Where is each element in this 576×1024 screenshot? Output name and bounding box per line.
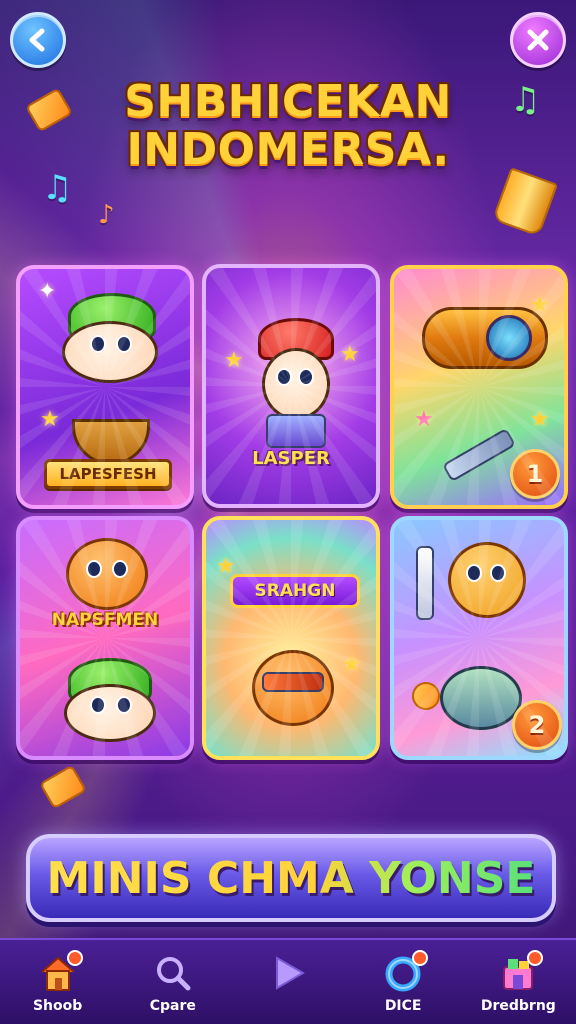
chevron-left-icon <box>29 28 45 52</box>
bottom-nav: Shoob Cpare DICE Dredbrng <box>0 938 576 1024</box>
cup-decoration <box>491 167 559 237</box>
close-icon <box>527 29 549 51</box>
search-icon <box>152 952 194 994</box>
sparkle-icon: ✦ <box>38 279 57 304</box>
nav-item-play[interactable] <box>238 940 338 1024</box>
item-card-4[interactable]: NAPSFMEN <box>16 516 194 760</box>
star-icon: ★ <box>224 348 244 373</box>
star-icon: ★ <box>530 407 550 432</box>
item-card-3[interactable]: ★ ★ ★ 1 <box>390 265 568 509</box>
banner-text: MINIS CHMA YONSE <box>46 852 536 904</box>
play-icon <box>267 952 309 994</box>
candy-decoration <box>39 764 87 810</box>
title-line-2: INDOMERSA. <box>126 124 450 175</box>
star-icon: ★ <box>530 293 550 318</box>
home-icon <box>37 950 83 994</box>
nav-item-home[interactable]: Shoob <box>8 940 108 1024</box>
star-icon: ★ <box>340 342 360 367</box>
count-badge: 1 <box>510 449 560 499</box>
nav-item-search[interactable]: Cpare <box>123 940 223 1024</box>
eye <box>90 696 106 714</box>
nav-label: Dredbrng <box>480 998 556 1014</box>
close-button[interactable] <box>510 12 566 68</box>
character-face <box>64 684 156 742</box>
notification-dot <box>527 950 544 966</box>
back-button[interactable] <box>10 12 66 68</box>
eye <box>116 696 132 714</box>
page-title: SHBHICEKAN INDOMERSA. <box>60 78 516 174</box>
nav-item-dice[interactable]: DICE <box>353 940 453 1024</box>
robot-pod <box>440 666 522 730</box>
eye <box>112 560 128 578</box>
badge-count: 2 <box>528 711 546 739</box>
orange-robot <box>448 542 526 618</box>
cannon-lens <box>486 315 532 361</box>
card-label: LAPESFESH <box>44 459 172 489</box>
item-card-1[interactable]: ✦ ★ LAPESFESH <box>16 265 194 509</box>
title-line-1: SHBHICEKAN <box>124 76 452 127</box>
eye <box>90 335 106 353</box>
eye <box>116 335 132 353</box>
notification-dot <box>412 950 429 966</box>
star-icon: ★ <box>40 407 60 432</box>
notification-dot <box>66 950 83 966</box>
card-label: LASPER <box>252 448 330 469</box>
music-note-icon: ♫ <box>42 168 73 208</box>
item-card-5[interactable]: SRAHGN ★ ★ <box>202 516 380 760</box>
card-label: SRAHGN <box>230 574 360 608</box>
music-note-icon: ♪ <box>98 200 115 230</box>
eye <box>86 560 102 578</box>
eye <box>276 368 292 386</box>
eye <box>490 564 506 582</box>
count-badge: 2 <box>512 700 562 750</box>
eye <box>298 368 314 386</box>
nav-label: Shoob <box>32 998 83 1014</box>
star-icon: ★ <box>414 407 434 432</box>
orange-robot <box>66 538 148 610</box>
nav-label: Cpare <box>149 998 196 1014</box>
ring-icon <box>382 950 429 994</box>
character-face <box>262 348 330 420</box>
goggles <box>262 672 324 692</box>
nav-item-shop[interactable]: Dredbrng <box>468 940 568 1024</box>
item-card-6[interactable]: 2 <box>390 516 568 760</box>
wrench-tool <box>441 427 517 483</box>
star-icon: ★ <box>216 554 236 579</box>
shop-icon <box>497 950 544 994</box>
sword-tool <box>416 546 434 620</box>
character-face <box>62 321 158 383</box>
card-label: NAPSFMEN <box>51 610 159 630</box>
character-body <box>266 414 326 448</box>
item-card-2[interactable]: ★ ★ LASPER <box>202 264 380 508</box>
star-icon: ★ <box>342 652 362 677</box>
badge-count: 1 <box>526 460 544 488</box>
eye <box>466 564 482 582</box>
music-note-icon: ♫ <box>510 80 541 120</box>
play-banner-button[interactable]: MINIS CHMA YONSE <box>26 834 556 922</box>
nav-label: DICE <box>384 998 422 1014</box>
